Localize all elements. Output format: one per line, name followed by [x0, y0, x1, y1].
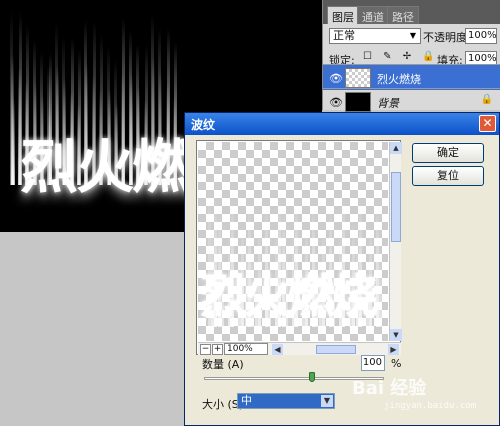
tab-layers[interactable]: 图层: [327, 6, 359, 24]
ok-button[interactable]: 确定: [412, 143, 484, 163]
amount-field[interactable]: 100: [361, 355, 385, 371]
lock-icons[interactable]: ☐ ✎ ✢ 🔒: [363, 51, 439, 62]
layer-thumbnail: [345, 68, 371, 88]
chevron-down-icon: ▼: [409, 31, 417, 40]
layer-thumbnail: [345, 92, 371, 112]
preview-canvas[interactable]: 烈火燃烧: [198, 142, 388, 341]
layer-name: 背景: [377, 97, 399, 110]
zoom-in-button[interactable]: +: [212, 344, 223, 355]
scroll-down-icon[interactable]: ▼: [390, 329, 402, 341]
eye-icon[interactable]: 👁: [329, 72, 343, 85]
close-button[interactable]: ✕: [479, 115, 496, 132]
dialog-title: 波纹: [191, 118, 216, 132]
vertical-scrollbar[interactable]: ▲ ▼: [389, 142, 402, 341]
blend-mode-select[interactable]: 正常 ▼: [329, 28, 421, 44]
tab-channels[interactable]: 通道: [357, 6, 389, 24]
preview-pane[interactable]: 烈火燃烧 ▲ ▼ − + 100% ◀ ▶: [196, 140, 402, 355]
layer-name: 烈火燃烧: [377, 73, 421, 86]
zoom-level: 100%: [224, 343, 268, 355]
chevron-down-icon: ▼: [321, 395, 333, 407]
scroll-left-icon[interactable]: ◀: [272, 344, 283, 355]
eye-icon[interactable]: 👁: [329, 96, 343, 109]
layers-panel: 图层 通道 路径 正常 ▼ 不透明度: 100% 锁定: ☐ ✎ ✢ 🔒 填充:…: [322, 0, 500, 112]
preview-zoom-bar: − + 100% ◀ ▶: [198, 342, 401, 355]
opacity-label: 不透明度:: [423, 31, 471, 44]
streak: [379, 251, 382, 327]
tab-paths[interactable]: 路径: [387, 6, 419, 24]
layer-row-fire[interactable]: 👁 烈火燃烧: [323, 64, 500, 90]
dialog-titlebar[interactable]: 波纹 ✕: [185, 113, 499, 135]
layer-row-background[interactable]: 👁 背景 🔒: [323, 88, 500, 114]
lock-icon: 🔒: [480, 94, 493, 105]
zoom-out-button[interactable]: −: [200, 344, 211, 355]
scroll-right-icon[interactable]: ▶: [388, 344, 399, 355]
scroll-thumb[interactable]: [391, 172, 401, 242]
size-select[interactable]: 中 ▼: [237, 393, 335, 409]
reset-button[interactable]: 复位: [412, 166, 484, 186]
blend-mode-value: 正常: [333, 29, 355, 42]
amount-slider-handle[interactable]: [309, 372, 315, 382]
panel-tabs: 图层 通道 路径: [323, 0, 500, 24]
horizontal-scroll-thumb[interactable]: [316, 345, 356, 354]
opacity-field[interactable]: 100%: [465, 28, 497, 44]
percent-unit: %: [391, 357, 402, 370]
watermark-url: jingyan.baidu.com: [384, 401, 477, 411]
baidu-watermark-logo: Bai 经验: [352, 378, 427, 399]
streak: [12, 98, 15, 185]
ripple-dialog: 波纹 ✕ 烈火燃烧 ▲ ▼ − + 100% ◀ ▶ 确定 复位 数量 (A) …: [184, 112, 500, 426]
preview-text: 烈火燃烧: [200, 269, 378, 323]
size-value: 中: [241, 394, 252, 407]
scroll-up-icon[interactable]: ▲: [390, 142, 402, 154]
amount-label: 数量 (A): [202, 358, 244, 371]
